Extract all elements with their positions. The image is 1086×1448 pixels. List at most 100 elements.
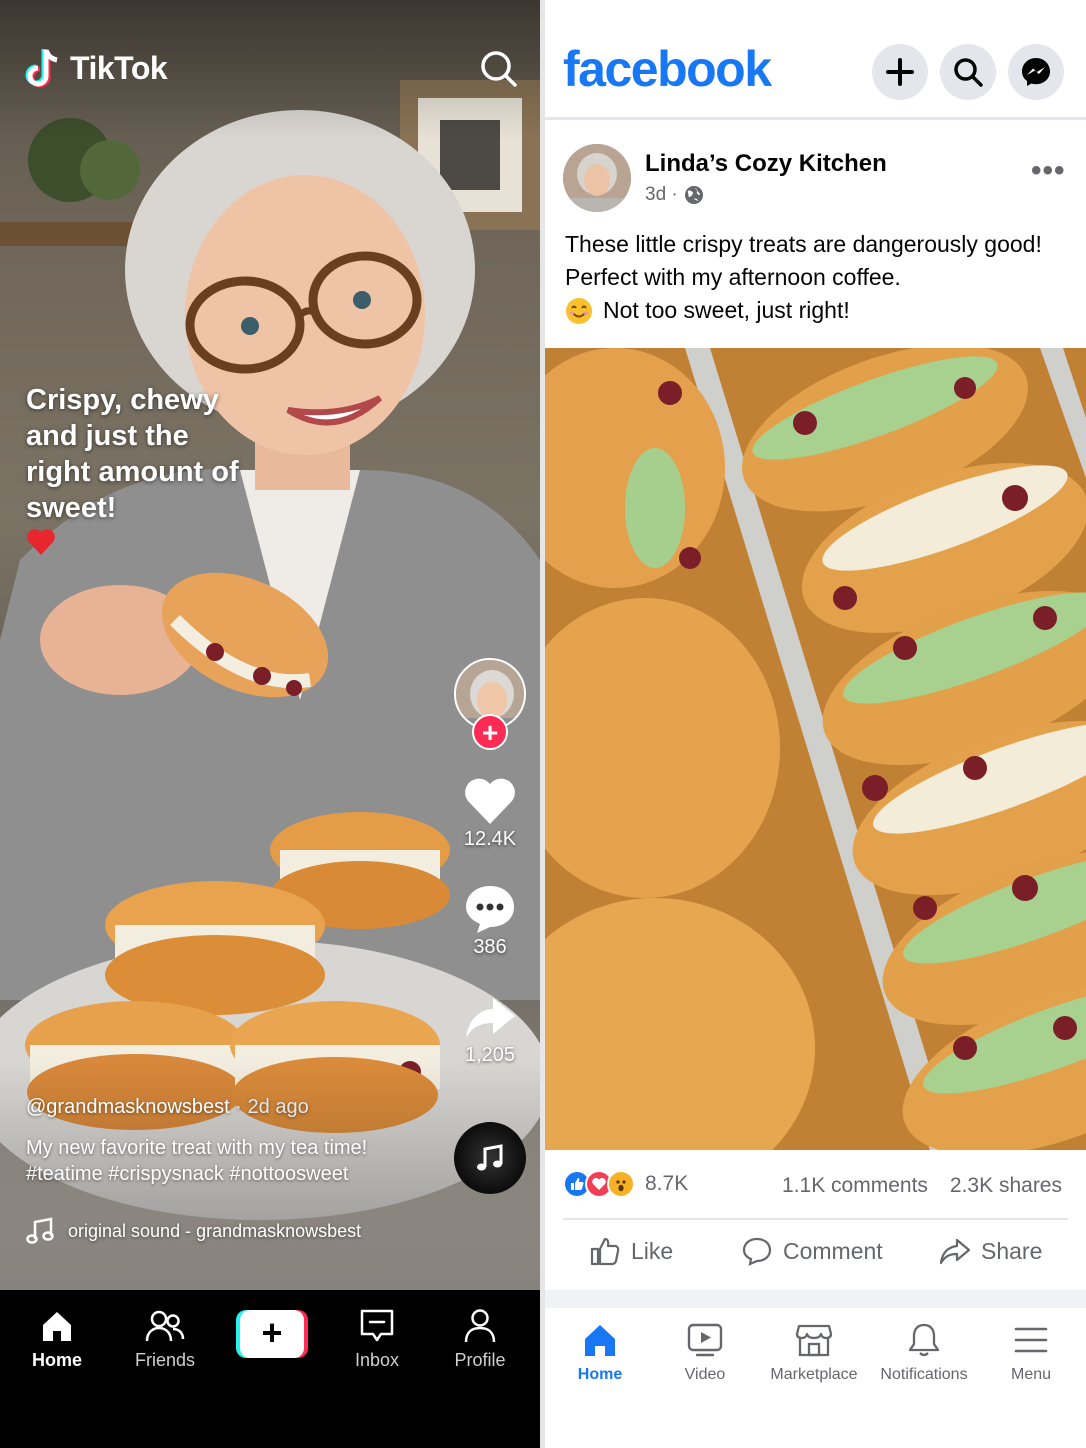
nav-inbox[interactable]: Inbox bbox=[332, 1308, 422, 1371]
like-count: 12.4K bbox=[463, 828, 517, 850]
music-disc-note-icon bbox=[477, 1144, 503, 1171]
plus-icon bbox=[886, 58, 914, 86]
share-arrow-icon bbox=[466, 998, 515, 1038]
thumbs-up-icon bbox=[571, 1178, 584, 1190]
heart-icon bbox=[465, 778, 515, 824]
smiling-face-emoji-icon bbox=[566, 297, 592, 324]
nav-home[interactable]: Home bbox=[12, 1308, 102, 1371]
post-text-line: These little crispy treats are dangerous… bbox=[565, 231, 1042, 290]
reaction-summary[interactable]: 8.7K bbox=[563, 1170, 688, 1198]
bell-icon bbox=[908, 1323, 940, 1357]
search-icon bbox=[954, 58, 983, 87]
post-text: These little crispy treats are dangerous… bbox=[565, 228, 1065, 327]
globe-icon bbox=[684, 186, 703, 204]
fb-nav-home-label: Home bbox=[577, 1366, 623, 1383]
video-icon bbox=[687, 1323, 723, 1357]
profile-icon bbox=[464, 1309, 496, 1343]
post-actions: Like Comment Share bbox=[545, 1230, 1086, 1280]
follow-plus-button[interactable]: + bbox=[472, 714, 508, 750]
fb-nav-notifications-label: Notifications bbox=[880, 1366, 968, 1383]
fb-nav-menu-label: Menu bbox=[1010, 1366, 1052, 1383]
comment-icon bbox=[742, 1237, 772, 1266]
actions-separator bbox=[563, 1218, 1068, 1220]
creator-line: @grandmasknowsbest · 2d ago bbox=[26, 1096, 446, 1119]
tiktok-bottom-nav: Home Friends + Inbox Profile bbox=[0, 1290, 540, 1448]
sound-disc[interactable] bbox=[454, 1122, 526, 1194]
post-header: Linda’s Cozy Kitchen 3d · ••• bbox=[545, 140, 1086, 220]
page-avatar[interactable] bbox=[563, 144, 631, 212]
creator-username[interactable]: @grandmasknowsbest bbox=[26, 1096, 230, 1118]
inbox-icon bbox=[360, 1309, 394, 1342]
share-action[interactable]: 1,205 bbox=[452, 994, 528, 1067]
nav-profile[interactable]: Profile bbox=[435, 1308, 525, 1371]
red-heart-emoji-icon bbox=[27, 529, 55, 555]
marketplace-storefront-icon bbox=[795, 1324, 833, 1357]
fb-nav-menu[interactable]: Menu bbox=[976, 1322, 1086, 1384]
nav-friends-label: Friends bbox=[134, 1350, 196, 1370]
fb-nav-home[interactable]: Home bbox=[545, 1322, 655, 1384]
music-note-icon bbox=[26, 1217, 54, 1244]
like-action[interactable]: 12.4K bbox=[452, 776, 528, 851]
nav-separator bbox=[545, 1290, 1086, 1308]
fb-nav-video-label: Video bbox=[684, 1366, 726, 1383]
friends-icon bbox=[145, 1310, 185, 1342]
wow-face-icon bbox=[616, 1180, 626, 1192]
reaction-count: 8.7K bbox=[645, 1172, 689, 1195]
heart-icon bbox=[592, 1178, 606, 1190]
sound-name: original sound - grandmasknowsbest bbox=[68, 1220, 362, 1241]
post-stats: 8.7K 1.1K comments 2.3K shares bbox=[545, 1160, 1086, 1210]
tiktok-panel: TikTok Crispy, chewy and just the right … bbox=[0, 0, 540, 1448]
nav-profile-label: Profile bbox=[454, 1350, 506, 1370]
create-plus-icon: + bbox=[240, 1310, 304, 1358]
post-time-label: 3d · bbox=[645, 184, 678, 205]
tiktok-logo[interactable]: TikTok bbox=[24, 46, 168, 90]
share-count-link[interactable]: 2.3K shares bbox=[950, 1174, 1062, 1198]
tiktok-wordmark: TikTok bbox=[70, 49, 168, 86]
nav-inbox-label: Inbox bbox=[354, 1350, 400, 1370]
page-avatar-image bbox=[563, 144, 631, 212]
facebook-header: facebook bbox=[545, 0, 1086, 120]
create-button[interactable]: + bbox=[236, 1310, 308, 1358]
comment-action[interactable]: 386 bbox=[452, 884, 528, 959]
share-button-label: Share bbox=[981, 1237, 1043, 1264]
facebook-logo[interactable]: facebook bbox=[563, 40, 772, 98]
fb-nav-notifications[interactable]: Notifications bbox=[869, 1322, 979, 1384]
messenger-button[interactable] bbox=[1008, 44, 1064, 100]
post-photo[interactable] bbox=[545, 348, 1086, 1150]
comment-button-label: Comment bbox=[783, 1237, 883, 1264]
share-icon bbox=[939, 1238, 971, 1265]
like-button-label: Like bbox=[631, 1237, 674, 1264]
video-description: My new favorite treat with my tea time! … bbox=[26, 1137, 368, 1185]
fb-nav-marketplace[interactable]: Marketplace bbox=[759, 1322, 869, 1384]
thumbs-up-icon bbox=[590, 1237, 620, 1266]
post-more-options[interactable]: ••• bbox=[1031, 154, 1066, 188]
post-time: 3d · bbox=[645, 184, 704, 206]
comment-count: 386 bbox=[473, 936, 507, 958]
post-text-line-2: Not too sweet, just right! bbox=[603, 297, 850, 323]
comment-button[interactable]: Comment bbox=[741, 1236, 883, 1266]
posted-ago: · 2d ago bbox=[235, 1096, 309, 1118]
hamburger-menu-icon bbox=[1014, 1327, 1048, 1353]
nav-home-label: Home bbox=[31, 1350, 82, 1370]
messenger-icon bbox=[1022, 58, 1050, 86]
home-icon bbox=[585, 1325, 615, 1356]
search-button[interactable] bbox=[940, 44, 996, 100]
fb-nav-video[interactable]: Video bbox=[650, 1322, 760, 1384]
video-caption: Crispy, chewy and just the right amount … bbox=[26, 384, 239, 524]
share-button[interactable]: Share bbox=[939, 1236, 1042, 1266]
comment-count-link[interactable]: 1.1K comments bbox=[782, 1174, 928, 1198]
post-text-emoji-line: Not too sweet, just right! bbox=[565, 294, 1065, 327]
like-button[interactable]: Like bbox=[589, 1236, 673, 1266]
create-post-button[interactable] bbox=[872, 44, 928, 100]
video-meta: @grandmasknowsbest · 2d ago My new favor… bbox=[26, 1096, 446, 1245]
wow-reaction-icon bbox=[607, 1170, 635, 1198]
nav-friends[interactable]: Friends bbox=[120, 1308, 210, 1371]
sound-row[interactable]: original sound - grandmasknowsbest bbox=[26, 1217, 446, 1245]
facebook-panel: facebook Linda’s Cozy Kitchen 3d · ••• T… bbox=[545, 0, 1086, 1448]
engagement-counts: 1.1K comments 2.3K shares bbox=[782, 1174, 1062, 1198]
home-icon bbox=[43, 1312, 71, 1341]
fb-nav-marketplace-label: Marketplace bbox=[770, 1366, 858, 1383]
page-name[interactable]: Linda’s Cozy Kitchen bbox=[645, 150, 887, 178]
comment-bubble-icon bbox=[466, 886, 514, 933]
search-icon[interactable] bbox=[480, 50, 518, 88]
